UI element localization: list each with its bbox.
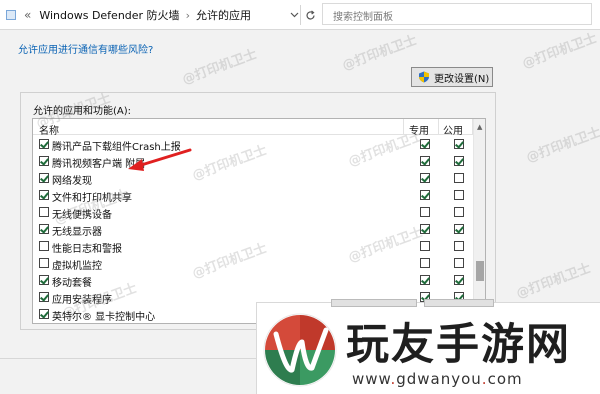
public-checkbox[interactable] (454, 139, 464, 149)
folder-icon (6, 10, 16, 20)
private-checkbox[interactable] (420, 207, 430, 217)
app-enabled-checkbox[interactable] (39, 207, 49, 217)
app-enabled-checkbox[interactable] (39, 309, 49, 319)
private-checkbox[interactable] (420, 173, 430, 183)
app-enabled-checkbox[interactable] (39, 292, 49, 302)
app-enabled-checkbox[interactable] (39, 139, 49, 149)
app-enabled-checkbox[interactable] (39, 241, 49, 251)
address-bar: « Windows Defender 防火墙 › 允许的应用 搜索控制面板 (0, 0, 600, 30)
private-checkbox[interactable] (420, 190, 430, 200)
brand-url: www.gdwanyou.com (352, 370, 523, 388)
breadcrumb-firewall[interactable]: Windows Defender 防火墙 (39, 7, 179, 23)
list-item[interactable]: 网络发现 (33, 170, 473, 187)
public-checkbox[interactable] (454, 207, 464, 217)
public-checkbox[interactable] (454, 190, 464, 200)
public-checkbox[interactable] (454, 275, 464, 285)
hidden-button[interactable] (424, 299, 494, 307)
app-enabled-checkbox[interactable] (39, 224, 49, 234)
column-divider (438, 119, 439, 135)
breadcrumb-separator: › (185, 8, 190, 22)
app-label: 腾讯视频客户端 附属 (52, 159, 146, 170)
brand-title: 玩友手游网 (346, 320, 571, 370)
hidden-button[interactable] (331, 299, 417, 307)
vertical-scrollbar[interactable]: ▲ ▼ (473, 119, 485, 323)
scroll-up-icon[interactable]: ▲ (477, 123, 482, 131)
list-item[interactable]: 移动套餐 (33, 272, 473, 289)
private-checkbox[interactable] (420, 275, 430, 285)
change-settings-button[interactable]: 更改设置(N) (411, 67, 493, 87)
private-checkbox[interactable] (420, 156, 430, 166)
public-checkbox[interactable] (454, 224, 464, 234)
public-checkbox[interactable] (454, 258, 464, 268)
public-checkbox[interactable] (454, 173, 464, 183)
app-label: 移动套餐 (52, 278, 92, 289)
app-label: 虚拟机监控 (52, 261, 102, 272)
refresh-icon[interactable] (302, 6, 318, 24)
change-settings-label: 更改设置(N) (434, 73, 490, 85)
breadcrumb-allowed-apps[interactable]: 允许的应用 (196, 7, 251, 23)
breadcrumb[interactable]: « Windows Defender 防火墙 › 允许的应用 (6, 4, 318, 26)
search-input[interactable]: 搜索控制面板 (322, 3, 592, 25)
brand-logo-icon (263, 313, 337, 387)
app-label: 网络发现 (52, 176, 92, 187)
app-label: 性能日志和警报 (52, 244, 122, 255)
public-checkbox[interactable] (454, 241, 464, 251)
public-checkbox[interactable] (454, 156, 464, 166)
divider (300, 5, 301, 25)
double-chevron-icon[interactable]: « (24, 8, 31, 22)
app-enabled-checkbox[interactable] (39, 275, 49, 285)
shield-icon (419, 71, 429, 83)
app-label: 腾讯产品下载组件Crash上报 (52, 142, 181, 153)
url-part: www (352, 370, 391, 388)
url-part: com (487, 370, 523, 388)
url-part: gdwanyou (396, 370, 482, 388)
risk-link[interactable]: 允许应用进行通信有哪些风险? (18, 41, 153, 56)
column-public[interactable]: 公用 (443, 122, 463, 137)
private-checkbox[interactable] (420, 241, 430, 251)
private-checkbox[interactable] (420, 258, 430, 268)
app-enabled-checkbox[interactable] (39, 258, 49, 268)
app-enabled-checkbox[interactable] (39, 190, 49, 200)
scroll-thumb[interactable] (476, 261, 484, 281)
app-enabled-checkbox[interactable] (39, 173, 49, 183)
app-enabled-checkbox[interactable] (39, 156, 49, 166)
